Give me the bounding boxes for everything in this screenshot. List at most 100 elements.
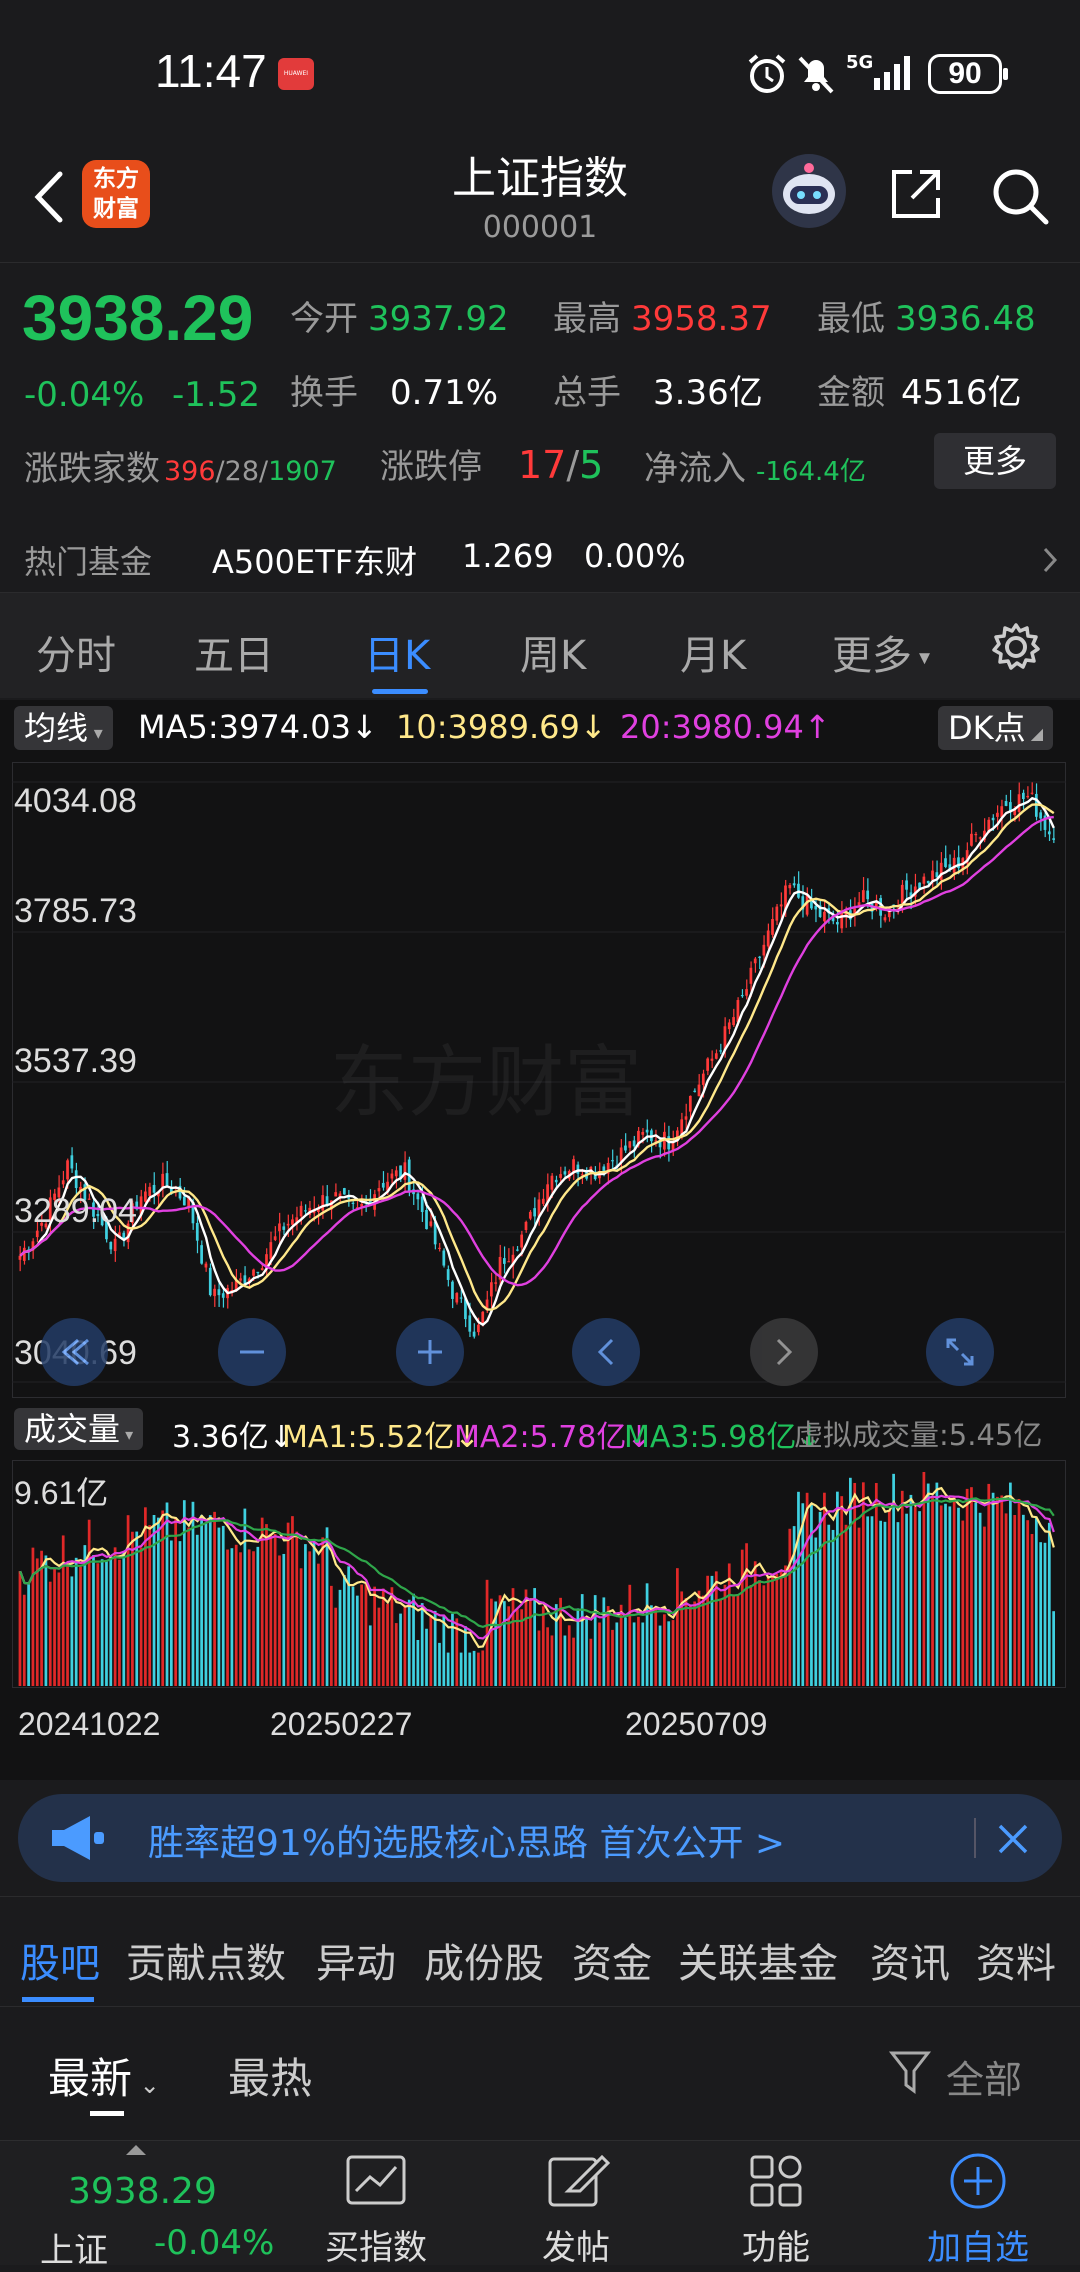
tab-constituents[interactable]: 成份股 [424, 1931, 544, 1989]
y-tick-label: 3537.39 [14, 1041, 137, 1080]
candle [66, 1160, 69, 1180]
sort-latest[interactable]: 最新 ⌄ [48, 2045, 160, 2106]
volume-bar [1052, 1611, 1055, 1686]
candle [762, 944, 766, 956]
fullscreen-icon[interactable] [926, 1318, 994, 1386]
candle [429, 1221, 433, 1226]
volume-bar [87, 1519, 91, 1686]
alarm-icon [748, 54, 786, 93]
candle [61, 1180, 65, 1185]
x-tick-label: 20250709 [625, 1706, 768, 1742]
close-icon[interactable] [994, 1820, 1032, 1858]
volume-bar [174, 1518, 178, 1686]
tab-guba[interactable]: 股吧 [20, 1931, 100, 1989]
filter-icon[interactable] [888, 2047, 932, 2097]
volume-bar [602, 1597, 606, 1686]
candle [792, 883, 796, 886]
candle [714, 1053, 718, 1059]
volume-bar [148, 1525, 152, 1686]
candle [727, 1022, 731, 1030]
tab-intraday[interactable]: 分时 [36, 623, 116, 681]
volume-bar [40, 1550, 43, 1686]
chart-line-icon [346, 2155, 406, 2205]
volume-bar [265, 1524, 268, 1686]
volume-bar [593, 1595, 597, 1686]
low-field: 最低 3936.48 [817, 299, 1036, 339]
candle [256, 1271, 260, 1274]
volume-bar [100, 1559, 104, 1686]
scroll-left-fast-button[interactable] [40, 1318, 108, 1386]
candle [394, 1170, 398, 1177]
gear-icon[interactable] [990, 621, 1042, 673]
tab-weekly-k[interactable]: 周K [520, 623, 586, 681]
volume-indicator-chip[interactable]: 成交量 ▾ [14, 1408, 144, 1450]
candle [494, 1282, 498, 1284]
volume-bar [926, 1483, 930, 1686]
tab-news[interactable]: 资讯 [870, 1931, 950, 1989]
candle [1052, 838, 1055, 840]
share-icon[interactable] [886, 164, 946, 224]
search-icon[interactable] [988, 164, 1052, 228]
add-watchlist-button[interactable]: 加自选 [918, 2149, 1038, 2268]
sort-indicator [90, 2111, 124, 2116]
volume-bar [368, 1625, 372, 1686]
promo-banner[interactable]: 胜率超91%的选股核心思路 首次公开 > [18, 1794, 1062, 1882]
breadth-field: 涨跌家数 396/28/1907 [24, 449, 337, 489]
tab-related-funds[interactable]: 关联基金 [678, 1931, 838, 1989]
tab-profile[interactable]: 资料 [976, 1931, 1056, 1989]
volume-bar [913, 1506, 917, 1686]
hot-fund-row[interactable]: 热门基金 A500ETF东财 1.269 0.00% [0, 521, 1080, 593]
candle [745, 989, 748, 996]
volume-bar [291, 1516, 294, 1686]
volume-bar [537, 1630, 541, 1686]
tab-more[interactable]: 更多 ▾ [832, 623, 930, 681]
post-button[interactable]: 发帖 [516, 2149, 636, 2268]
volume-bar [684, 1598, 688, 1686]
volume-bar [870, 1516, 874, 1686]
tab-capital[interactable]: 资金 [572, 1931, 652, 1989]
tab-contribution[interactable]: 贡献点数 [126, 1931, 286, 1989]
volume-bar [1004, 1513, 1008, 1686]
content-tabs: 股吧 贡献点数 异动 成份股 资金 关联基金 资讯 资料 [0, 1896, 1080, 2006]
volume-bar [377, 1607, 381, 1686]
candle [459, 1297, 463, 1299]
volume-bar [295, 1531, 299, 1686]
quote-panel: 3938.29 -0.04% -1.52 今开 3937.92 最高 3958.37… [0, 262, 1080, 592]
candle [490, 1282, 493, 1297]
buy-index-button[interactable]: 买指数 [316, 2149, 436, 2268]
volume-bar [719, 1599, 722, 1686]
ai-assistant-icon[interactable] [772, 154, 846, 228]
volume-bar [1022, 1514, 1025, 1686]
volume-bar [775, 1573, 779, 1686]
volume-bar [351, 1586, 355, 1686]
tab-monthly-k[interactable]: 月K [680, 623, 746, 681]
candle [182, 1196, 186, 1206]
more-button[interactable]: 更多 [934, 433, 1056, 489]
tab-daily-k[interactable]: 日K [364, 623, 430, 681]
scroll-left-button[interactable] [572, 1318, 640, 1386]
volume-bar [1039, 1542, 1043, 1686]
functions-button[interactable]: 功能 [716, 2149, 836, 2268]
volume-bar [230, 1548, 234, 1686]
volume-bar [585, 1617, 588, 1686]
volume-bar [360, 1584, 363, 1686]
scroll-right-button[interactable] [750, 1318, 818, 1386]
volume-bar [325, 1527, 329, 1686]
tab-five-day[interactable]: 五日 [194, 623, 274, 681]
candle [278, 1223, 281, 1232]
zoom-in-button[interactable] [396, 1318, 464, 1386]
filter-all[interactable]: 全部 [946, 2049, 1022, 2104]
ma-selector-chip[interactable]: 均线 ▾ [14, 706, 113, 750]
dk-point-chip[interactable]: DK点 ◢ [938, 706, 1054, 750]
candle [550, 1175, 554, 1190]
expand-arrow-icon[interactable] [126, 2145, 146, 2155]
high-field: 最高 3958.37 [553, 299, 772, 339]
footer-index-change: -0.04% [154, 2223, 275, 2263]
volume-bar [135, 1531, 139, 1686]
volume-chart[interactable] [12, 1460, 1066, 1688]
sort-hottest[interactable]: 最热 [228, 2045, 312, 2106]
tab-anomaly[interactable]: 异动 [316, 1931, 396, 1989]
volume-bar [983, 1526, 986, 1686]
chevron-right-icon [1043, 547, 1058, 573]
zoom-out-button[interactable] [218, 1318, 286, 1386]
